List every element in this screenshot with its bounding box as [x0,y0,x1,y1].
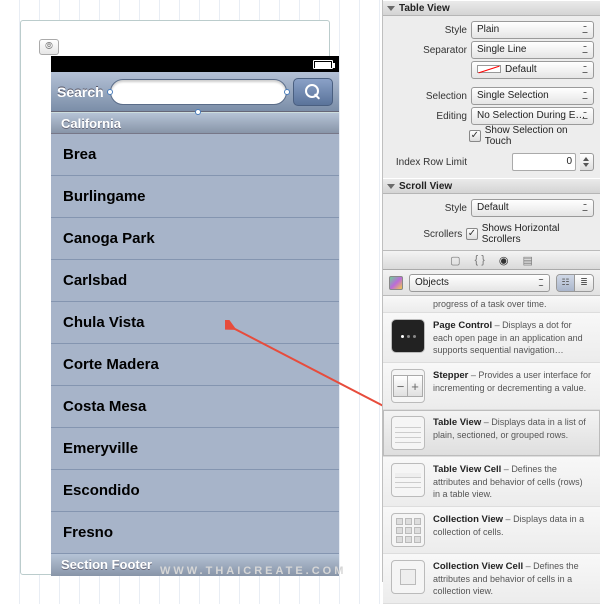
label-editing: Editing [389,111,467,122]
collection-view-cell-icon [391,560,425,594]
resize-handle[interactable] [107,89,113,95]
label-separator: Separator [389,45,467,56]
iphone-mock: Search California Brea Burlingame Canoga… [51,56,339,576]
popup-style[interactable]: Plain [471,21,594,39]
label-style: Style [389,25,467,36]
table-row[interactable]: Burlingame [51,176,339,218]
scrollview-attributes: Style Default Scrollers Shows Horizontal… [383,194,600,250]
stepper-index-row-limit[interactable] [580,153,594,171]
search-icon [305,84,321,100]
popup-objects[interactable]: Objects [409,274,550,292]
tab-file-icon[interactable]: ▢ [450,254,460,267]
table-row[interactable]: Corte Madera [51,344,339,386]
chevron-down-icon [387,184,395,189]
search-label: Search [57,84,104,100]
checkbox-show-selection[interactable] [469,130,481,142]
status-bar [51,56,339,72]
library-tabs[interactable]: ▢ { } ◉ ▤ [383,250,600,270]
list-item[interactable]: progress of a task over time. [383,296,600,313]
battery-icon [313,60,333,69]
view-mode-toggle[interactable]: ☷≣ [556,274,594,292]
table-row[interactable]: Canoga Park [51,218,339,260]
label-show-selection: Show Selection on Touch [485,125,594,147]
popup-sv-style[interactable]: Default [471,199,594,217]
popup-separator[interactable]: Single Line [471,41,594,59]
group-header-tableview[interactable]: Table View [383,0,600,16]
popup-selection[interactable]: Single Selection [471,87,594,105]
label-selection: Selection [389,91,467,102]
label-scrollers: Scrollers [389,229,462,240]
table-row[interactable]: Chula Vista [51,302,339,344]
resize-handle[interactable] [284,89,290,95]
library-header: Objects ☷≣ [383,270,600,296]
objects-icon [389,276,403,290]
disclosure-button[interactable]: ⦾ [39,39,59,55]
group-title: Table View [399,3,450,14]
search-input[interactable] [110,79,287,105]
section-footer: Section Footer [51,554,339,576]
tab-media-icon[interactable]: ▤ [523,254,533,267]
tab-object-icon[interactable]: ◉ [499,254,509,267]
color-swatch [477,65,501,73]
section-header: California [51,112,339,134]
label-sv-style: Style [389,203,467,214]
tab-code-icon[interactable]: { } [474,254,484,266]
group-title: Scroll View [399,181,452,192]
label-index-row-limit: Index Row Limit [389,157,467,168]
list-item-table-view-cell[interactable]: Table View Cell – Defines the attributes… [383,457,600,507]
stepper-icon: −+ [391,369,425,403]
checkbox-horizontal-scrollers[interactable] [466,228,477,240]
page-control-icon [391,319,425,353]
list-item-collection-view-cell[interactable]: Collection View Cell – Defines the attri… [383,554,600,604]
tableview-attributes: Style Plain Separator Single Line Defaul… [383,16,600,178]
group-header-scrollview[interactable]: Scroll View [383,178,600,194]
table-row[interactable]: Costa Mesa [51,386,339,428]
popup-separator-color[interactable]: Default [471,61,594,79]
chevron-down-icon [387,6,395,11]
table-row[interactable]: Brea [51,134,339,176]
table-row[interactable]: Fresno [51,512,339,554]
search-bar[interactable]: Search [51,72,339,112]
table-view[interactable]: Brea Burlingame Canoga Park Carlsbad Chu… [51,134,339,554]
search-button[interactable] [293,78,333,106]
table-row[interactable]: Escondido [51,470,339,512]
storyboard-canvas[interactable]: ⦾ Search California Brea Burlingame Cano… [20,20,330,575]
object-library[interactable]: progress of a task over time. Page Contr… [383,296,600,604]
field-index-row-limit[interactable]: 0 [512,153,576,171]
list-item-page-control[interactable]: Page Control – Displays a dot for each o… [383,313,600,363]
table-row[interactable]: Emeryville [51,428,339,470]
collection-view-icon [391,513,425,547]
label-horizontal-scrollers: Shows Horizontal Scrollers [482,223,594,245]
popup-editing[interactable]: No Selection During E… [471,107,594,125]
table-view-icon [391,416,425,450]
resize-handle[interactable] [195,109,201,115]
list-item-stepper[interactable]: −+ Stepper – Provides a user interface f… [383,363,600,410]
list-item-collection-view[interactable]: Collection View – Displays data in a col… [383,507,600,554]
inspector-panel: Table View Style Plain Separator Single … [382,0,600,582]
table-row[interactable]: Carlsbad [51,260,339,302]
table-view-cell-icon [391,463,425,497]
list-item-table-view[interactable]: Table View – Displays data in a list of … [383,410,600,457]
